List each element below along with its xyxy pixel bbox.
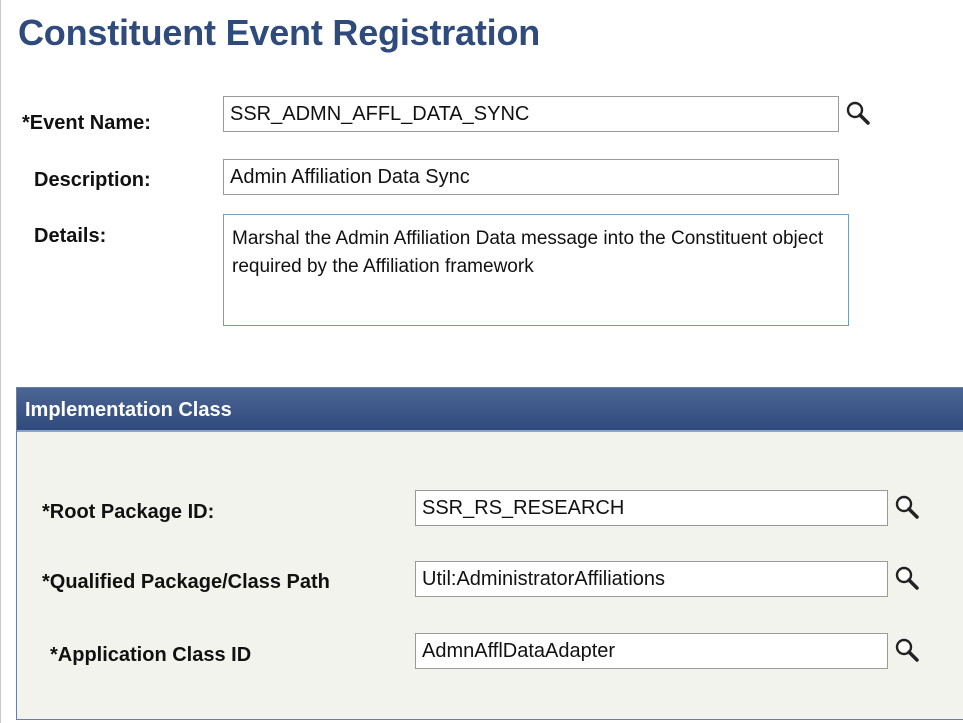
section-header: Implementation Class	[17, 388, 963, 432]
event-name-lookup-icon[interactable]	[845, 100, 871, 126]
qualified-path-lookup-icon[interactable]	[894, 565, 920, 591]
left-border	[0, 0, 1, 723]
details-label: Details:	[34, 225, 107, 247]
application-class-id-label: *Application Class ID	[50, 644, 252, 666]
description-label: Description:	[34, 169, 151, 191]
root-package-lookup-icon[interactable]	[894, 494, 920, 520]
details-textarea[interactable]: Marshal the Admin Affiliation Data messa…	[223, 214, 849, 326]
root-package-id-field[interactable]: SSR_RS_RESEARCH	[415, 490, 888, 526]
page-title: Constituent Event Registration	[18, 12, 541, 53]
implementation-class-section: Implementation Class	[16, 387, 963, 720]
qualified-path-label: *Qualified Package/Class Path	[42, 571, 330, 593]
section-title: Implementation Class	[25, 399, 232, 421]
application-class-id-field[interactable]: AdmnAfflDataAdapter	[415, 633, 888, 669]
qualified-path-field[interactable]: Util:AdministratorAffiliations	[415, 561, 888, 597]
application-class-lookup-icon[interactable]	[894, 637, 920, 663]
root-package-id-label: *Root Package ID:	[42, 501, 215, 523]
event-name-field[interactable]: SSR_ADMN_AFFL_DATA_SYNC	[223, 96, 839, 132]
description-field[interactable]: Admin Affiliation Data Sync	[223, 159, 839, 195]
event-name-label: *Event Name:	[22, 112, 151, 134]
